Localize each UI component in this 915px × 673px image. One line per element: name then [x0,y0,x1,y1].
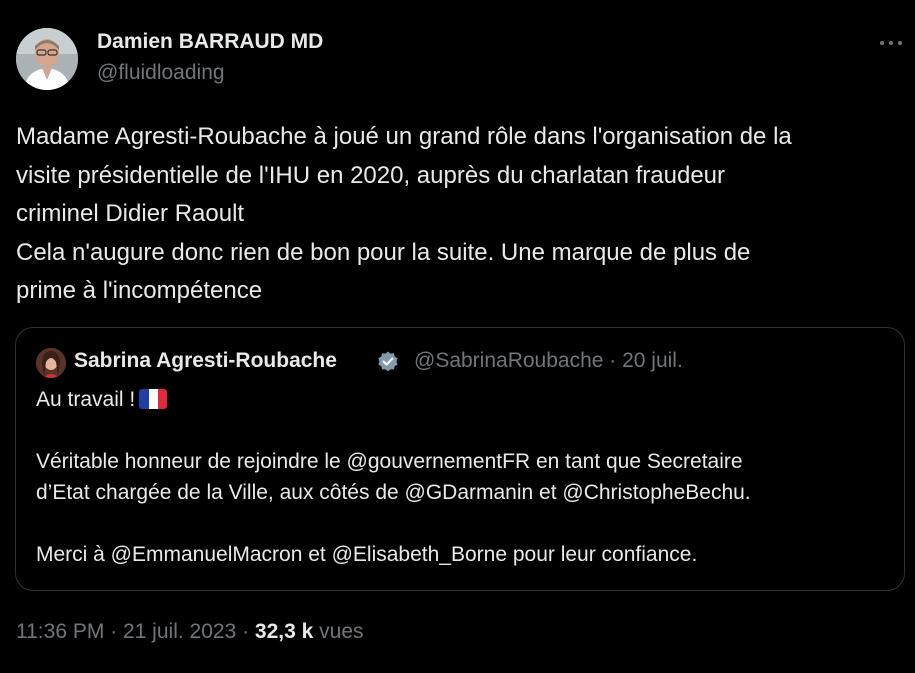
tweet-metadata: 11:36 PM · 21 juil. 2023 · 32,3 k vues [16,620,364,644]
tweet-header: Damien BARRAUD MD @fluidloading [16,28,906,92]
france-flag-icon [139,389,168,409]
tweet-text-line: Madame Agresti-Roubache à joué un grand … [16,123,792,150]
tweet-text-line: criminel Didier Raoult [16,200,245,227]
quoted-tweet-header: Sabrina Agresti-Roubache @SabrinaRoubach… [36,348,886,378]
author-name[interactable]: Damien BARRAUD MD [97,30,323,54]
quoted-text-blank [36,415,886,446]
quoted-tweet[interactable]: Sabrina Agresti-Roubache @SabrinaRoubach… [15,327,905,591]
views-label: vues [319,620,364,643]
tweet-text: Madame Agresti-Roubache à joué un grand … [16,118,906,311]
quoted-text-line: Merci à @EmmanuelMacron et @Elisabeth_Bo… [36,543,698,566]
more-horizontal-icon[interactable] [876,30,906,56]
tweet-timestamp[interactable]: 11:36 PM · 21 juil. 2023 · [16,620,255,643]
quoted-text-line: Au travail ! [36,384,886,415]
views-count: 32,3 k [254,620,314,643]
quoted-text-blank [36,508,886,539]
quoted-author-avatar[interactable] [36,348,66,378]
author-avatar[interactable] [16,28,78,90]
quoted-author-name[interactable]: Sabrina Agresti-Roubache [74,349,337,373]
tweet-text-line: visite présidentielle de l'IHU en 2020, … [16,161,726,189]
quoted-text-line-1: Au travail ! [36,388,136,411]
tweet-text-line: prime à l'incompétence [16,277,263,304]
tweet-text-line: Cela n'augure donc rien de bon pour la s… [16,238,751,266]
quoted-handle-date[interactable]: @SabrinaRoubache · 20 juil. [414,349,683,373]
quoted-tweet-text: Au travail ! Véritable honneur de rejoin… [36,384,886,570]
verified-badge-icon [376,350,400,374]
author-handle[interactable]: @fluidloading [97,61,225,85]
quoted-text-line: d’Etat chargée de la Ville, aux côtés de… [36,481,751,504]
quoted-text-line: Véritable honneur de rejoindre le @gouve… [36,450,743,473]
